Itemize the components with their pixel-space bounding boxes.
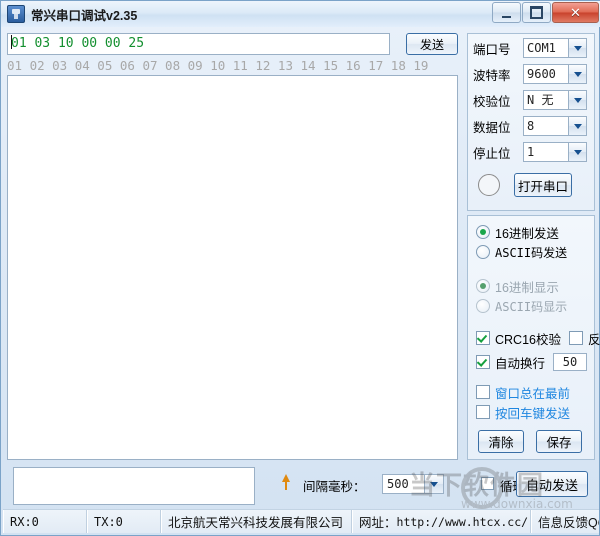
checkbox-crc16-row: CRC16校验 反 <box>476 328 600 348</box>
chevron-down-icon[interactable] <box>568 39 586 57</box>
stopbits-select[interactable]: 1 <box>523 142 587 162</box>
status-url: 网址： http://www.htcx.cc/ <box>352 510 531 533</box>
radio-icon <box>476 299 490 313</box>
hex-display-label: 16进制显示 <box>495 280 559 295</box>
parity-select[interactable]: N 无 <box>523 90 587 110</box>
chevron-down-icon[interactable] <box>568 117 586 135</box>
invert-label: 反 <box>588 332 600 347</box>
radio-icon <box>476 245 490 259</box>
status-url-value: http://www.htcx.cc/ <box>396 514 529 529</box>
serial-settings-panel: 端口号 COM1 波特率 9600 校验位 N 无 数据位 8 停止位 1 打开… <box>467 33 595 211</box>
interval-value: 500 <box>387 477 409 491</box>
send-input[interactable]: 01 03 10 00 00 25 <box>7 33 390 55</box>
log-textarea[interactable] <box>13 467 255 505</box>
databits-label: 数据位 <box>473 120 511 135</box>
chevron-down-icon[interactable] <box>568 143 586 161</box>
status-feedback: 信息反馈QQ: 57478 <box>531 510 599 533</box>
radio-hex-display[interactable]: 16进制显示 <box>476 276 594 296</box>
port-select[interactable]: COM1 <box>523 38 587 58</box>
stopbits-label: 停止位 <box>473 146 511 161</box>
checkbox-enter-sends[interactable]: 按回车键发送 <box>476 402 594 422</box>
ascii-send-label: ASCII码发送 <box>495 245 568 260</box>
field-baud: 波特率 9600 <box>473 62 594 86</box>
field-parity: 校验位 N 无 <box>473 88 594 112</box>
chevron-down-icon[interactable] <box>568 91 586 109</box>
stopbits-value: 1 <box>527 145 535 159</box>
maximize-button[interactable] <box>522 2 551 23</box>
interval-select[interactable]: 500 <box>382 474 444 494</box>
field-databits: 数据位 8 <box>473 114 594 138</box>
autowrap-label: 自动换行 <box>495 356 546 371</box>
open-port-button[interactable]: 打开串口 <box>514 173 572 197</box>
close-button[interactable]: ✕ <box>552 2 599 23</box>
save-button[interactable]: 保存 <box>536 430 582 453</box>
send-button[interactable]: 发送 <box>406 33 458 55</box>
databits-select[interactable]: 8 <box>523 116 587 136</box>
checkbox-icon[interactable] <box>476 355 490 369</box>
byte-index-ruler: 01 02 03 04 05 06 07 08 09 10 11 12 13 1… <box>7 58 429 73</box>
port-value: COM1 <box>527 41 556 55</box>
parity-label: 校验位 <box>473 94 511 109</box>
send-input-value: 01 03 10 00 00 25 <box>11 36 145 51</box>
status-bar: RX:0 TX:0 北京航天常兴科技发展有限公司 网址： http://www.h… <box>3 509 599 533</box>
crc16-label: CRC16校验 <box>495 332 561 347</box>
minimize-icon <box>502 13 511 18</box>
interval-label: 间隔毫秒： <box>303 480 366 494</box>
title-bar: 常兴串口调试v2.35 ✕ <box>1 1 600 27</box>
autowrap-length-input[interactable]: 50 <box>553 353 588 371</box>
bottom-bar: 间隔毫秒： 500 循环 自动发送 <box>1 463 600 507</box>
serial-debug-window: 常兴串口调试v2.35 ✕ 01 03 10 00 00 25 发送 01 02… <box>0 0 600 536</box>
invert-checkbox-icon[interactable] <box>569 331 583 345</box>
baud-value: 9600 <box>527 67 556 81</box>
status-rx: RX:0 <box>3 510 87 533</box>
checkbox-icon[interactable] <box>476 331 490 345</box>
parity-value: N 无 <box>527 93 554 107</box>
field-port: 端口号 COM1 <box>473 36 594 60</box>
baud-select[interactable]: 9600 <box>523 64 587 84</box>
options-button-row: 清除 保存 <box>478 430 594 453</box>
chevron-down-icon[interactable] <box>424 475 443 493</box>
minimize-button[interactable] <box>492 2 521 23</box>
serial-port-icon <box>7 5 25 23</box>
send-direction-arrow-stem <box>285 481 287 490</box>
clear-button[interactable]: 清除 <box>478 430 524 453</box>
radio-icon <box>476 225 490 239</box>
options-panel: 16进制发送 ASCII码发送 16进制显示 ASCII码显示 CRC16校验 … <box>467 215 600 460</box>
chevron-down-icon[interactable] <box>568 65 586 83</box>
window-controls: ✕ <box>491 2 599 23</box>
maximize-icon <box>530 6 543 19</box>
checkbox-always-on-top[interactable]: 窗口总在最前 <box>476 382 594 402</box>
receive-textarea[interactable] <box>7 75 458 460</box>
port-label: 端口号 <box>473 42 511 57</box>
baud-label: 波特率 <box>473 68 511 83</box>
ascii-display-label: ASCII码显示 <box>495 299 568 314</box>
status-url-label: 网址： <box>359 516 397 530</box>
radio-ascii-send[interactable]: ASCII码发送 <box>476 242 594 262</box>
radio-icon <box>476 279 490 293</box>
radio-hex-send[interactable]: 16进制发送 <box>476 222 594 242</box>
connection-indicator <box>478 174 500 196</box>
databits-value: 8 <box>527 119 535 133</box>
radio-ascii-display[interactable]: ASCII码显示 <box>476 296 594 316</box>
enter-sends-label: 按回车键发送 <box>495 406 571 421</box>
status-company: 北京航天常兴科技发展有限公司 <box>161 510 352 533</box>
checkbox-icon[interactable] <box>476 385 490 399</box>
window-title: 常兴串口调试v2.35 <box>31 8 138 23</box>
hex-send-label: 16进制发送 <box>495 226 559 241</box>
checkbox-icon[interactable] <box>476 405 490 419</box>
close-icon: ✕ <box>570 5 581 20</box>
field-stopbits: 停止位 1 <box>473 140 594 164</box>
status-tx: TX:0 <box>87 510 161 533</box>
loop-checkbox[interactable] <box>481 477 494 490</box>
open-port-row: 打开串口 <box>478 173 594 197</box>
auto-send-button[interactable]: 自动发送 <box>516 471 588 497</box>
checkbox-autowrap-row: 自动换行 50 <box>476 352 594 372</box>
always-on-top-label: 窗口总在最前 <box>495 386 571 401</box>
